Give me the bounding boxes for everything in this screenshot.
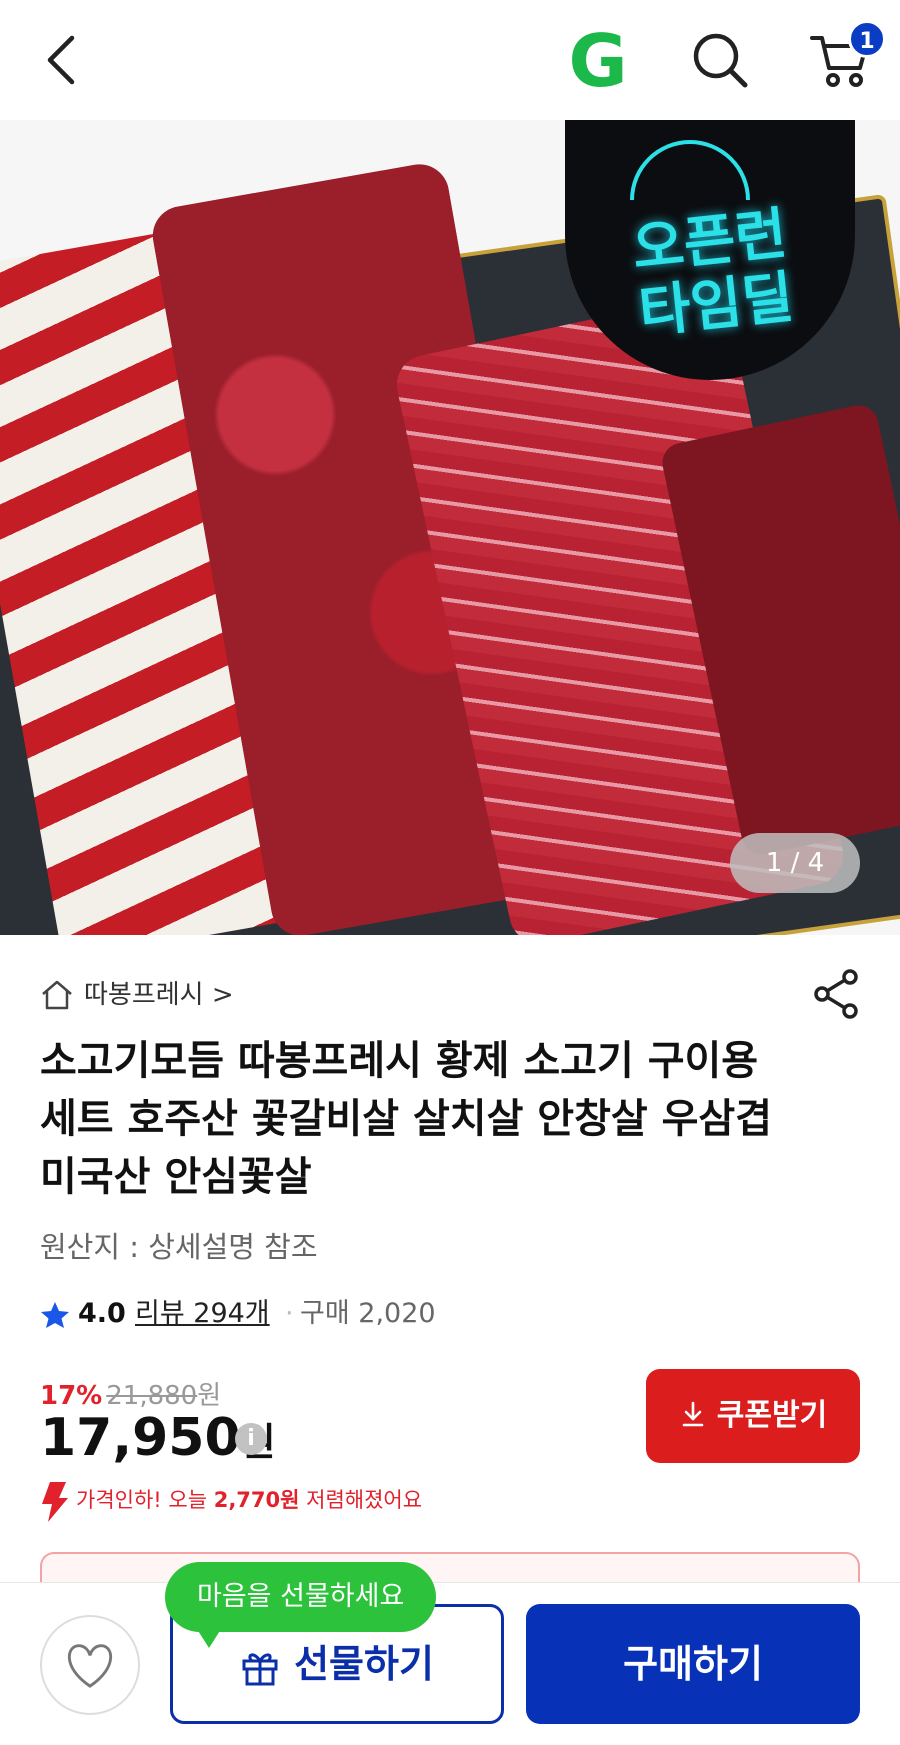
separator-dot: · — [285, 1298, 294, 1329]
download-icon — [682, 1401, 704, 1426]
cart-count-badge: 1 — [848, 20, 886, 58]
product-image-carousel[interactable]: 오픈런 타임딜 1 / 4 — [0, 120, 900, 935]
star-icon — [41, 1302, 69, 1328]
share-icon[interactable] — [812, 968, 860, 1020]
discount-row: 17% 21,880원 — [40, 1375, 221, 1411]
gift-tooltip-tail — [195, 1626, 223, 1648]
top-bar: G 1 — [0, 0, 900, 120]
info-icon[interactable]: i — [235, 1423, 267, 1455]
price-drop-amount: 2,770원 — [213, 1488, 300, 1512]
sale-price-value: 17,950 — [40, 1408, 241, 1468]
coupon-label: 쿠폰받기 — [716, 1398, 828, 1433]
original-price: 21,880 — [106, 1381, 198, 1411]
review-link[interactable]: 리뷰 294개 — [135, 1292, 270, 1336]
gift-label: 선물하기 — [294, 1642, 434, 1686]
origin-info: 원산지 : 상세설명 참조 — [40, 1230, 318, 1264]
gift-icon — [242, 1653, 278, 1685]
product-title: 소고기모듬 따봉프레시 황제 소고기 구이용 세트 호주산 꽃갈비살 살치살 안… — [40, 1038, 773, 1200]
discount-percent: 17% — [40, 1381, 103, 1411]
promo-badge-text: 오픈런 타임딜 — [592, 198, 834, 349]
price-drop-suffix: 저렴해졌어요 — [299, 1488, 423, 1512]
search-icon[interactable] — [690, 30, 750, 90]
wishlist-button[interactable] — [40, 1615, 140, 1715]
purchase-count: 구매 2,020 — [300, 1298, 436, 1329]
original-price-unit: 원 — [197, 1381, 222, 1411]
price-down-arrow-icon — [42, 1482, 68, 1522]
gmarket-logo[interactable]: G — [565, 25, 631, 97]
product-page: G 1 오픈런 타임딜 1 / 4 따봉프레시 > 소고기모듬 따봉프레시 황제… — [0, 0, 900, 1745]
store-name: 따봉프레시 > — [84, 980, 234, 1010]
buy-button[interactable]: 구매하기 — [526, 1604, 860, 1724]
image-counter: 1 / 4 — [730, 833, 860, 893]
price-drop-text: 가격인하! 오늘 2,770원 저렴해졌어요 — [76, 1480, 422, 1520]
chevron-left-icon[interactable] — [38, 30, 88, 90]
home-icon — [42, 980, 72, 1010]
price-drop-prefix: 가격인하! 오늘 — [76, 1488, 214, 1512]
heart-icon — [67, 1644, 113, 1688]
coupon-button[interactable]: 쿠폰받기 — [646, 1369, 860, 1463]
rating-score: 4.0 — [78, 1298, 126, 1329]
gift-tooltip: 마음을 선물하세요 — [165, 1562, 437, 1632]
